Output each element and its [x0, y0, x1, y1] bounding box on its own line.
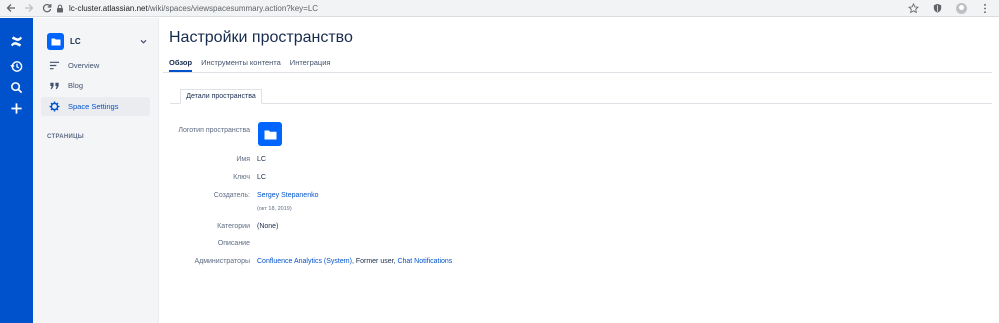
categories-label: Категории — [217, 223, 250, 230]
creator-link[interactable]: Sergey Stepanenko — [257, 192, 319, 199]
confluence-logo-icon[interactable] — [8, 33, 25, 50]
back-arrow-icon[interactable] — [4, 1, 18, 15]
sidebar-item-space-settings[interactable]: Space Settings — [41, 97, 150, 116]
tab-overview[interactable]: Обзор — [169, 54, 193, 72]
creator-row: Sergey Stepanenko — [257, 191, 319, 201]
url-host: lc-cluster.atlassian.net — [69, 4, 148, 13]
create-icon[interactable] — [8, 100, 25, 117]
tab-space-details[interactable]: Детали пространства — [180, 89, 262, 104]
categories-value: (None) — [257, 223, 279, 230]
sidebar-item-blog[interactable]: Blog — [41, 76, 150, 95]
space-sidebar: LC Overview Blog Space Settings СТРАНИЦЫ — [33, 18, 159, 323]
folder-icon — [51, 38, 60, 46]
description-label: Описание — [217, 240, 250, 247]
more-vert-icon[interactable] — [979, 2, 991, 14]
space-logo — [47, 33, 64, 50]
page-title: Настройки пространство — [169, 29, 353, 46]
creator-label: Создатель: — [213, 192, 250, 199]
search-icon[interactable] — [8, 79, 25, 96]
name-value: LC — [257, 156, 266, 163]
forward-arrow-icon[interactable] — [22, 1, 36, 15]
sidebar-item-label: Overview — [68, 61, 100, 70]
space-header[interactable]: LC — [47, 33, 157, 50]
admin-link-analytics[interactable]: Confluence Analytics (System) — [257, 258, 352, 265]
sub-tab-divider — [170, 103, 992, 104]
url-path: /wiki/spaces/viewspacesummary.action?key… — [147, 4, 319, 13]
browser-toolbar: lc-cluster.atlassian.net/wiki/spaces/vie… — [0, 0, 999, 17]
gear-icon — [47, 100, 61, 114]
admin-link-chat-notifications[interactable]: Chat Notifications — [397, 258, 452, 265]
folder-icon — [264, 130, 276, 139]
lock-icon — [57, 4, 63, 13]
global-navigation — [0, 18, 33, 323]
name-label: Имя — [236, 156, 250, 163]
overview-icon — [47, 59, 61, 73]
avatar[interactable] — [955, 2, 967, 14]
star-icon[interactable] — [907, 2, 919, 14]
tabs-divider — [163, 72, 992, 73]
key-value: LC — [257, 174, 266, 181]
creator-date: (окт 18, 2019) — [257, 206, 292, 212]
chevron-down-icon[interactable] — [140, 38, 147, 45]
reload-icon[interactable] — [40, 1, 54, 15]
admins-value: Confluence Analytics (System), Former us… — [257, 257, 452, 267]
sidebar-item-label: Blog — [68, 81, 84, 90]
sidebar-item-overview[interactable]: Overview — [41, 56, 150, 75]
pages-heading: СТРАНИЦЫ — [47, 134, 84, 140]
tab-integration[interactable]: Интеграция — [290, 54, 331, 72]
address-bar[interactable]: lc-cluster.atlassian.net/wiki/spaces/vie… — [56, 2, 936, 15]
admins-label: Администраторы — [194, 258, 250, 265]
logo-label: Логотип пространства — [178, 127, 250, 134]
extension-shield-icon[interactable] — [931, 2, 943, 14]
space-name: LC — [70, 37, 81, 46]
key-label: Ключ — [233, 174, 250, 181]
history-icon[interactable] — [8, 58, 25, 75]
admin-separator: , Former user, — [351, 258, 398, 265]
sidebar-item-label: Space Settings — [68, 102, 119, 111]
quote-icon — [47, 79, 61, 93]
space-logo-large — [258, 122, 282, 146]
settings-tabs: Обзор Инструменты контента Интеграция — [169, 54, 339, 72]
tab-content-tools[interactable]: Инструменты контента — [201, 54, 281, 72]
